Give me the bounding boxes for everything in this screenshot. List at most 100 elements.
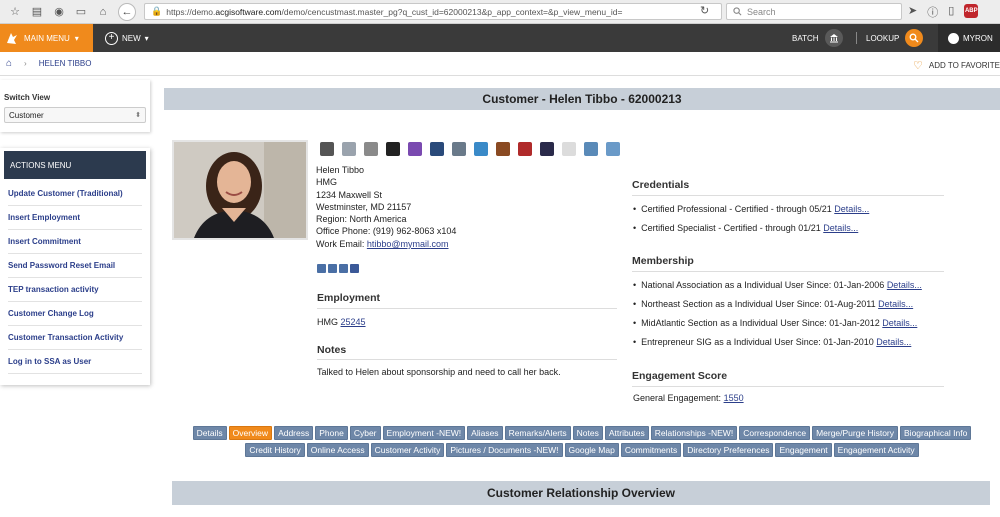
tab-google-map[interactable]: Google Map	[564, 443, 619, 457]
batch-button[interactable]: BATCH	[792, 24, 843, 52]
credentials-heading: Credentials	[632, 179, 690, 191]
user-name: MYRON	[963, 33, 993, 43]
details-link[interactable]: Details...	[882, 318, 917, 328]
engagement-row: General Engagement: 1550	[633, 393, 744, 403]
membership-text: Northeast Section as a Individual User S…	[641, 299, 879, 309]
membership-text: Entrepreneur SIG as a Individual User Si…	[641, 337, 877, 347]
back-button[interactable]: ←	[118, 2, 136, 21]
adblock-icon[interactable]: ABP	[964, 4, 979, 18]
action-transaction-activity[interactable]: Customer Transaction Activity	[8, 326, 142, 350]
details-link[interactable]: Details...	[834, 204, 869, 214]
user-menu[interactable]: MYRON	[938, 24, 1000, 52]
switch-view-select[interactable]: Customer ⬍	[4, 107, 146, 123]
copy-icon[interactable]	[342, 142, 356, 156]
building-icon[interactable]	[364, 142, 378, 156]
divider	[632, 386, 944, 387]
send-icon[interactable]: ➤	[908, 4, 917, 20]
folder-icon[interactable]	[584, 142, 598, 156]
action-insert-employment[interactable]: Insert Employment	[8, 206, 142, 230]
tab-customer-activity[interactable]: Customer Activity	[370, 443, 445, 457]
card-icon[interactable]	[474, 142, 488, 156]
tab-biographical-info[interactable]: Biographical Info	[900, 426, 972, 440]
credential-text: Certified Specialist - Certified - throu…	[641, 223, 824, 233]
contact-name: Helen Tibbo	[316, 165, 365, 175]
tab-aliases[interactable]: Aliases	[467, 426, 503, 440]
tab-pictures-documents-new[interactable]: Pictures / Documents -NEW!	[446, 443, 563, 457]
facebook-icon[interactable]	[350, 264, 359, 273]
extension-icon[interactable]: ▯	[948, 4, 954, 20]
tabs-row-1: Details Overview Address Phone Cyber Employme…	[164, 426, 1000, 440]
tab-engagement[interactable]: Engagement	[775, 443, 832, 457]
book-icon[interactable]	[518, 142, 532, 156]
batch-label: BATCH	[792, 33, 819, 43]
breadcrumb-current[interactable]: HELEN TIBBO	[39, 59, 92, 68]
tabs-row-2: Credit History Online Access Customer Acti…	[164, 443, 1000, 457]
url-bar[interactable]: 🔒 https://demo. acgisoftware.com/demo/cen…	[144, 3, 722, 20]
tab-notes[interactable]: Notes	[572, 426, 603, 440]
calendar-icon[interactable]	[408, 142, 422, 156]
linkedin-icon[interactable]	[339, 264, 348, 273]
main-menu-button[interactable]: MAIN MENU ▾	[0, 24, 93, 52]
lock-icon: 🔒	[151, 6, 163, 16]
tab-overview[interactable]: Overview	[228, 426, 273, 440]
person-icon[interactable]	[320, 142, 334, 156]
new-button[interactable]: + NEW ▾	[105, 31, 149, 45]
main-menu-label: MAIN MENU	[24, 33, 70, 43]
switch-view-panel: Switch View Customer ⬍	[0, 80, 150, 132]
tools-icon[interactable]	[540, 142, 554, 156]
library-icon[interactable]: ▤	[30, 5, 44, 19]
home-icon[interactable]: ⌂	[96, 5, 110, 19]
engagement-score-link[interactable]: 1550	[724, 393, 744, 403]
document-icon[interactable]	[562, 142, 576, 156]
add-favorite-button[interactable]: ♡ ADD TO FAVORITE	[913, 59, 1000, 72]
details-link[interactable]: Details...	[887, 280, 922, 290]
pocket-icon[interactable]: ◉	[52, 5, 66, 19]
lookup-button[interactable]: LOOKUP	[866, 24, 924, 52]
chat-icon[interactable]	[606, 142, 620, 156]
browser-search-input[interactable]: Search	[726, 3, 902, 20]
home-icon[interactable]: ⌂	[6, 58, 12, 69]
tab-address[interactable]: Address	[274, 426, 314, 440]
chevron-right-icon: ›	[24, 59, 27, 68]
tab-details[interactable]: Details	[192, 426, 227, 440]
star-badge-icon[interactable]	[386, 142, 400, 156]
tab-directory-preferences[interactable]: Directory Preferences	[683, 443, 774, 457]
details-link[interactable]: Details...	[878, 299, 913, 309]
details-link[interactable]: Details...	[823, 223, 858, 233]
tab-employment-new[interactable]: Employment -NEW!	[382, 426, 466, 440]
action-login-ssa[interactable]: Log in to SSA as User	[8, 350, 142, 374]
tab-cyber[interactable]: Cyber	[349, 426, 381, 440]
details-link[interactable]: Details...	[876, 337, 911, 347]
action-change-log[interactable]: Customer Change Log	[8, 302, 142, 326]
action-tep-activity[interactable]: TEP transaction activity	[8, 278, 142, 302]
membership-item: • National Association as a Individual Us…	[633, 280, 922, 290]
tab-engagement-activity[interactable]: Engagement Activity	[833, 443, 919, 457]
bookmark-star-icon[interactable]: ☆	[8, 5, 22, 19]
email-link[interactable]: htibbo@mymail.com	[367, 239, 449, 249]
briefcase-icon[interactable]	[496, 142, 510, 156]
monitor-icon[interactable]	[430, 142, 444, 156]
action-send-password-reset[interactable]: Send Password Reset Email	[8, 254, 142, 278]
membership-text: MidAtlantic Section as a Individual User…	[641, 318, 883, 328]
action-insert-commitment[interactable]: Insert Commitment	[8, 230, 142, 254]
tab-remarks-alerts[interactable]: Remarks/Alerts	[504, 426, 571, 440]
employment-link[interactable]: 25245	[341, 317, 366, 327]
info-icon[interactable]: ⓘ	[927, 4, 938, 20]
action-update-customer[interactable]: Update Customer (Traditional)	[8, 182, 142, 206]
twitter-icon[interactable]	[317, 264, 326, 273]
print-icon[interactable]: ▭	[74, 5, 88, 19]
divider	[632, 271, 944, 272]
tab-relationships-new[interactable]: Relationships -NEW!	[650, 426, 738, 440]
tab-credit-history[interactable]: Credit History	[245, 443, 305, 457]
membership-item: • MidAtlantic Section as a Individual Use…	[633, 318, 918, 328]
tag-icon[interactable]	[452, 142, 466, 156]
tab-phone[interactable]: Phone	[315, 426, 348, 440]
tab-commitments[interactable]: Commitments	[620, 443, 682, 457]
tab-attributes[interactable]: Attributes	[604, 426, 649, 440]
tab-correspondence[interactable]: Correspondence	[739, 426, 811, 440]
tab-merge-purge-history[interactable]: Merge/Purge History	[812, 426, 899, 440]
reload-icon[interactable]: ↻	[700, 4, 709, 17]
tab-online-access[interactable]: Online Access	[306, 443, 369, 457]
share-icon[interactable]	[328, 264, 337, 273]
credential-item: • Certified Professional - Certified - th…	[633, 204, 870, 214]
